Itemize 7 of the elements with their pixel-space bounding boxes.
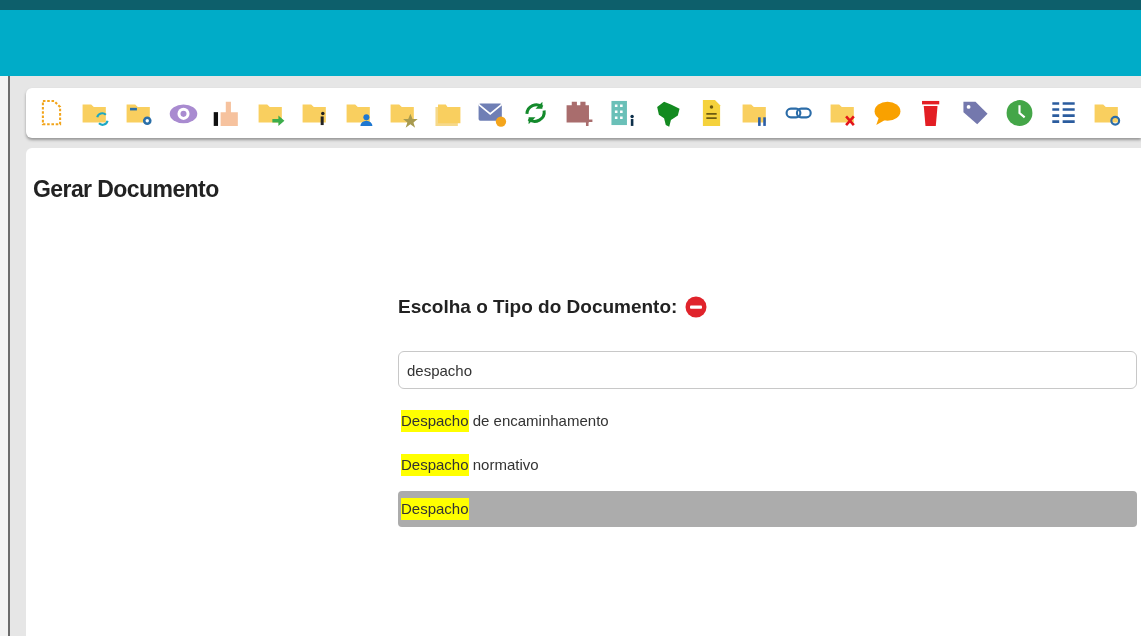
option-item[interactable]: Despacho de encaminhamento xyxy=(398,403,1137,439)
option-item[interactable]: Despacho normativo xyxy=(398,447,1137,483)
option-item[interactable]: Despacho xyxy=(398,491,1137,527)
section-heading: Escolha o Tipo do Documento: xyxy=(398,294,678,319)
page-title: Gerar Documento xyxy=(33,175,220,204)
search-field[interactable]: despacho xyxy=(398,351,1137,389)
remove-icon[interactable] xyxy=(685,295,708,318)
